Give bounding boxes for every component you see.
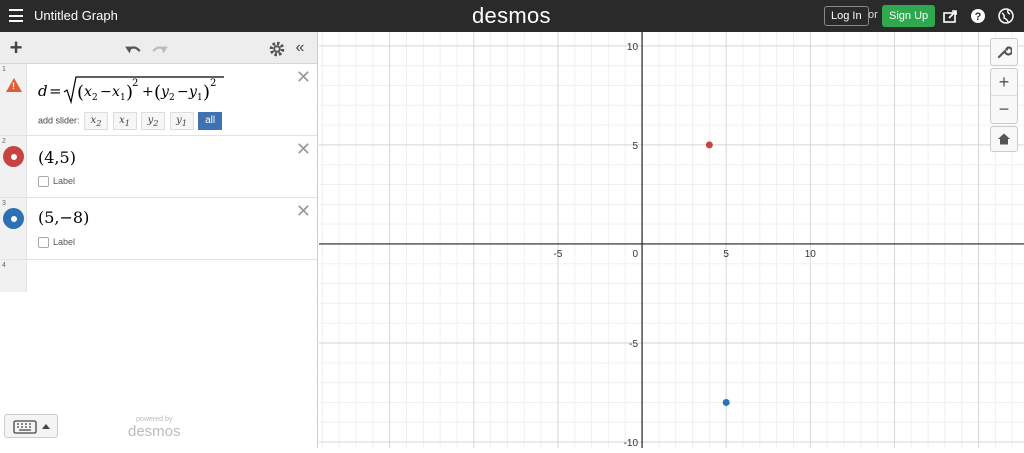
- distance-formula[interactable]: d = ( x 2 − x 1 ) 2 + ( y 2 − y 1 ) 2: [36, 74, 236, 106]
- svg-text:2: 2: [169, 93, 175, 103]
- expression-number: 2: [2, 138, 6, 145]
- wrench-icon: [997, 46, 1014, 58]
- expression-gutter: 3: [0, 198, 27, 259]
- desmos-logo: desmos: [472, 3, 551, 28]
- y-tick-label: -5: [629, 339, 638, 350]
- add-slider-row: add slider: x2 x1 y2 y1 all: [38, 112, 223, 130]
- slider-chip-y1[interactable]: y1: [169, 112, 194, 130]
- svg-text:?: ?: [975, 11, 982, 23]
- svg-text:2: 2: [92, 93, 98, 103]
- expression-gutter: 4: [0, 260, 27, 292]
- redo-icon[interactable]: [151, 41, 169, 59]
- powered-by-logo: desmos: [128, 423, 181, 440]
- plotted-point: [722, 398, 730, 406]
- help-icon[interactable]: ?: [970, 8, 986, 24]
- point-expression[interactable]: (4,5): [38, 148, 76, 167]
- expression-gutter: 1 !: [0, 64, 27, 135]
- label-checkbox[interactable]: [38, 237, 49, 249]
- delete-expression-icon[interactable]: ✕: [296, 202, 311, 220]
- y-tick-label: 10: [627, 42, 639, 53]
- expression-number: 4: [2, 262, 6, 269]
- or-text: or: [868, 9, 878, 21]
- expression-panel: + « 1 ! d = ( x 2 − x 1 ) 2 + (y 2 − y …: [0, 32, 318, 448]
- top-bar: Untitled Graph desmos Log In or Sign Up …: [0, 0, 1024, 32]
- share-icon[interactable]: [942, 8, 958, 24]
- expression-row[interactable]: 2 (4,5) Label ✕: [0, 136, 317, 198]
- delete-expression-icon[interactable]: ✕: [296, 68, 311, 86]
- label-toggle[interactable]: Label: [38, 237, 76, 249]
- expression-gutter: 2: [0, 136, 27, 197]
- plotted-point: [705, 141, 713, 149]
- powered-by-text: powered by: [136, 416, 173, 423]
- powered-by-desmos: powered by desmos: [128, 416, 181, 440]
- add-slider-label: add slider:: [38, 115, 80, 126]
- settings-gear-icon[interactable]: [268, 40, 286, 58]
- svg-text:=: =: [49, 82, 62, 100]
- slider-chip-all[interactable]: all: [198, 112, 223, 130]
- expression-row[interactable]: 3 (5,−8) Label ✕: [0, 198, 317, 260]
- default-view-button[interactable]: [990, 126, 1018, 152]
- svg-text:x: x: [112, 84, 120, 100]
- svg-text:2: 2: [210, 78, 216, 89]
- x-tick-label: -5: [553, 249, 562, 260]
- svg-text:+: +: [142, 84, 154, 100]
- menu-icon[interactable]: [9, 9, 23, 22]
- svg-text:1: 1: [197, 93, 203, 103]
- expression-row-empty[interactable]: 4: [0, 260, 317, 292]
- graph-canvas[interactable]: -5 0 5 10 10 5 -5 -10 + −: [319, 32, 1024, 449]
- svg-text:(: (: [77, 82, 84, 103]
- add-icon[interactable]: +: [7, 37, 25, 59]
- label-text: Label: [53, 176, 76, 186]
- svg-text:1: 1: [120, 93, 126, 103]
- svg-text:x: x: [84, 84, 92, 100]
- zoom-controls: + −: [990, 68, 1018, 124]
- login-button[interactable]: Log In: [824, 6, 869, 26]
- slider-chip-x1[interactable]: x1: [112, 112, 137, 130]
- home-icon: [998, 133, 1010, 145]
- label-text: Label: [53, 237, 76, 247]
- graph-title[interactable]: Untitled Graph: [34, 8, 118, 23]
- point-expression[interactable]: (5,−8): [38, 208, 89, 227]
- graph-plot[interactable]: -5 0 5 10 10 5 -5 -10: [319, 32, 1024, 449]
- y-tick-label: -10: [624, 438, 639, 448]
- x-tick-label: 0: [632, 249, 638, 260]
- x-tick-label: 5: [723, 249, 729, 260]
- svg-text:d: d: [38, 82, 48, 100]
- zoom-out-button[interactable]: −: [991, 96, 1017, 123]
- svg-text:(: (: [154, 82, 161, 103]
- y-tick-label: 5: [632, 141, 638, 152]
- undo-icon[interactable]: [124, 41, 142, 59]
- label-checkbox[interactable]: [38, 176, 49, 188]
- graph-settings-button[interactable]: [990, 38, 1018, 66]
- expression-row[interactable]: 1 ! d = ( x 2 − x 1 ) 2 + ( y 2 − y 1 ) …: [0, 64, 317, 136]
- warning-icon[interactable]: !: [6, 78, 22, 92]
- expression-number: 3: [2, 200, 6, 207]
- x-tick-label: 10: [805, 249, 817, 260]
- point-style-icon[interactable]: [3, 208, 24, 229]
- slider-chip-y2[interactable]: y2: [141, 112, 166, 130]
- zoom-in-button[interactable]: +: [991, 69, 1017, 96]
- signup-button[interactable]: Sign Up: [882, 5, 936, 27]
- delete-expression-icon[interactable]: ✕: [296, 140, 311, 158]
- slider-chip-x2[interactable]: x2: [84, 112, 109, 130]
- expression-number: 1: [2, 66, 6, 73]
- label-toggle[interactable]: Label: [38, 176, 76, 188]
- point-style-icon[interactable]: [3, 146, 24, 167]
- svg-text:−: −: [177, 84, 189, 100]
- globe-icon[interactable]: [998, 8, 1014, 24]
- svg-text:2: 2: [132, 78, 138, 89]
- expression-toolbar: + «: [0, 32, 317, 64]
- keyboard-toggle-button[interactable]: [4, 414, 58, 438]
- svg-text:−: −: [100, 84, 112, 100]
- keyboard-icon: [13, 420, 50, 434]
- svg-text:): ): [203, 82, 210, 103]
- collapse-panel-icon[interactable]: «: [291, 39, 309, 57]
